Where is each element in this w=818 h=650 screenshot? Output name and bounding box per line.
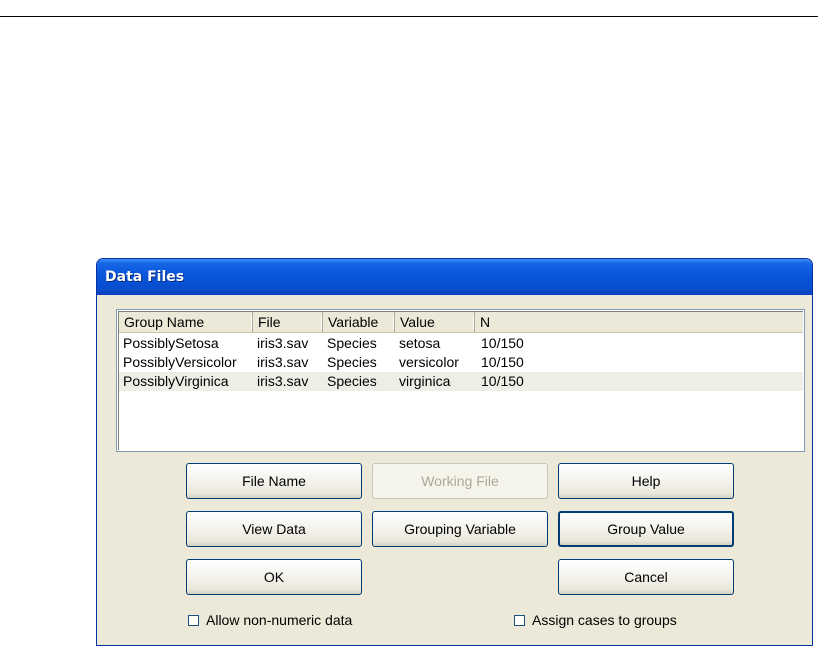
file-name-button[interactable]: File Name	[186, 463, 362, 499]
grouping-variable-button[interactable]: Grouping Variable	[372, 511, 548, 547]
cell-file: iris3.sav	[257, 335, 309, 351]
working-file-button[interactable]: Working File	[372, 463, 548, 499]
list-frame: Group Name File Variable Value N Possibl…	[118, 311, 804, 450]
help-button[interactable]: Help	[558, 463, 734, 499]
assign-cases-label: Assign cases to groups	[532, 612, 677, 628]
column-header-group-name[interactable]: Group Name	[119, 312, 253, 332]
list-header: Group Name File Variable Value N	[119, 312, 804, 333]
window-title: Data Files	[105, 269, 185, 285]
cell-group-name: PossiblySetosa	[123, 335, 219, 351]
data-files-list[interactable]: Group Name File Variable Value N Possibl…	[116, 309, 805, 452]
column-header-variable[interactable]: Variable	[323, 312, 395, 332]
group-value-button[interactable]: Group Value	[558, 511, 734, 547]
cell-group-name: PossiblyVersicolor	[123, 354, 237, 370]
cell-variable: Species	[327, 335, 377, 351]
cell-group-name: PossiblyVirginica	[123, 373, 229, 389]
allow-non-numeric-checkbox[interactable]: Allow non-numeric data	[188, 611, 352, 629]
dialog-body: Group Name File Variable Value N Possibl…	[100, 295, 809, 642]
cell-value: virginica	[399, 373, 451, 389]
page: Data Files Group Name File Variable Valu…	[0, 0, 818, 650]
allow-non-numeric-label: Allow non-numeric data	[206, 612, 353, 628]
data-files-dialog: Data Files Group Name File Variable Valu…	[96, 258, 813, 646]
table-row-highlighted[interactable]: PossiblyVirginica iris3.sav Species virg…	[119, 372, 803, 391]
table-row[interactable]: PossiblySetosa iris3.sav Species setosa …	[119, 334, 803, 353]
cell-n: 10/150	[481, 373, 524, 389]
cell-file: iris3.sav	[257, 354, 309, 370]
cell-value: versicolor	[399, 354, 459, 370]
checkbox-square[interactable]	[188, 614, 199, 626]
column-header-n[interactable]: N	[475, 312, 804, 332]
column-header-file[interactable]: File	[253, 312, 323, 332]
cell-n: 10/150	[481, 354, 524, 370]
column-header-value[interactable]: Value	[395, 312, 475, 332]
cell-file: iris3.sav	[257, 373, 309, 389]
ok-button[interactable]: OK	[186, 559, 362, 595]
checkbox-square[interactable]	[514, 614, 525, 626]
cell-variable: Species	[327, 373, 377, 389]
view-data-button[interactable]: View Data	[186, 511, 362, 547]
cell-variable: Species	[327, 354, 377, 370]
table-row[interactable]: PossiblyVersicolor iris3.sav Species ver…	[119, 353, 803, 372]
cell-value: setosa	[399, 335, 441, 351]
title-bar[interactable]: Data Files	[97, 259, 812, 295]
cancel-button[interactable]: Cancel	[558, 559, 734, 595]
assign-cases-checkbox[interactable]: Assign cases to groups	[514, 611, 677, 629]
top-divider	[0, 16, 818, 17]
cell-n: 10/150	[481, 335, 524, 351]
